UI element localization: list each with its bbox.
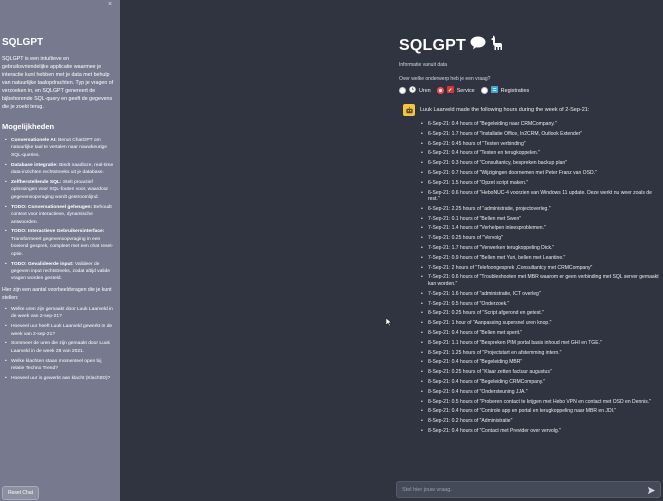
hours-list: 6-Sep-21: 0.4 hours of "Begeleiding naar…: [403, 121, 663, 438]
option-label: Uren: [419, 87, 431, 94]
features-list: Conversationele AI: Benut ChatGPT om nat…: [2, 137, 116, 283]
sidebar-title: SQLGPT: [2, 37, 44, 48]
speech-bubble-icon: [470, 36, 486, 55]
option-label: Registraties: [500, 87, 530, 94]
example-question: Welke klachten staan momenteel open bij …: [5, 358, 116, 373]
hours-item: 6-Sep-21: 2.25 hours of "administratie, …: [403, 206, 663, 213]
hours-item: 7-Sep-21: 1.4 hours of "Verhelpen inlees…: [403, 225, 663, 232]
chat-intro-text: Luuk Laarveld made the following hours d…: [420, 107, 590, 113]
llama-icon: [490, 35, 504, 56]
registry-icon: [490, 86, 498, 95]
hours-item: 7-Sep-21: 0.25 hours of "Vervolg": [403, 235, 663, 242]
hours-item: 6-Sep-21: 0.3 hours of "Consultantcy, be…: [403, 160, 663, 167]
clock-icon: [409, 86, 416, 95]
hours-item: 8-Sep-21: 1 hour of "Aanpassing supersne…: [403, 320, 663, 327]
hours-item: 7-Sep-21: 2 hours of "Telefoongesprek ,C…: [403, 265, 663, 272]
feature-item: Zelfherstellende SQL: Stelt proactief op…: [5, 179, 116, 201]
hours-item: 8-Sep-21: 0.4 hours of "Bellen met speri…: [403, 330, 663, 337]
hours-item: 6-Sep-21: 1.5 hours of "Opzet script mak…: [403, 180, 663, 187]
send-icon[interactable]: [646, 485, 656, 495]
sidebar-description: SQLGPT is een intuïtieve en gebruiksvrie…: [2, 56, 114, 110]
topic-radio-group: Uren Service Registraties: [399, 86, 529, 95]
example-question: Sommeer de uren die zijn gemaakt door Lu…: [5, 340, 116, 355]
hours-item: 6-Sep-21: 0.7 hours of "Wijzigingen door…: [403, 170, 663, 177]
hours-item: 7-Sep-21: 1.6 hours of "administratie, I…: [403, 291, 663, 298]
hours-item: 8-Sep-21: 0.4 hours of "Begeleiding CRMC…: [403, 379, 663, 386]
example-question: Welke uren zijn gemaakt door Luuk Laarve…: [5, 306, 116, 321]
option-uren[interactable]: Uren: [399, 86, 431, 95]
hours-item: 7-Sep-21: 0.9 hours of "Bellen met Yuri,…: [403, 255, 663, 262]
hours-item: 7-Sep-21: 0.5 hours of "Onderzoek.": [403, 301, 663, 308]
hours-item: 7-Sep-21: 0.1 hours of "Bellen met Swen": [403, 216, 663, 223]
hours-item: 6-Sep-21: 0.4 hours of "Testen en terugk…: [403, 150, 663, 157]
hours-item: 8-Sep-21: 0.4 hours of "Begeleiding MBR": [403, 359, 663, 366]
hours-item: 8-Sep-21: 0.4 hours of "Controle app en …: [403, 408, 663, 415]
feature-item: TODO: Conversationeel geheugen: Behoudt …: [5, 204, 116, 226]
mouse-cursor-icon: [385, 313, 393, 331]
hours-item: 8-Sep-21: 0.5 hours of "Proberen contact…: [403, 399, 663, 406]
option-service[interactable]: Service: [436, 86, 475, 95]
sidebar: × SQLGPT SQLGPT is een intuïtieve en geb…: [0, 0, 120, 501]
feature-item: Database integratie: Biedt naadloze, rea…: [5, 162, 116, 177]
hours-item: 6-Sep-21: 1.7 hours of "Installatie Offi…: [403, 131, 663, 138]
close-sidebar-icon[interactable]: ×: [105, 1, 115, 9]
topic-question-label: Over welke onderwerp heb je een vraag?: [399, 76, 491, 82]
example-question: Hoeveel uur heeft Luuk Laarveld gewerkt …: [5, 323, 116, 338]
examples-list: Welke uren zijn gemaakt door Luuk Laarve…: [2, 306, 116, 383]
hours-item: 7-Sep-21: 1.7 hours of "Verwerken terugk…: [403, 245, 663, 252]
chat-input[interactable]: [402, 484, 642, 496]
radio-button[interactable]: [399, 87, 406, 94]
hours-item: 8-Sep-21: 0.25 hours of "Script afgerond…: [403, 310, 663, 317]
chat-input-bar: [396, 481, 661, 498]
radio-button-selected[interactable]: [436, 87, 444, 94]
title-row: SQLGPT: [399, 35, 504, 56]
hours-item: 8-Sep-21: 0.4 hours of "Contact met Prev…: [403, 428, 663, 435]
wrench-icon: [446, 86, 454, 95]
feature-item: TODO: Gevalideerde input: Valideer de ge…: [5, 261, 116, 283]
hours-item: 6-Sep-21: 0.6 hours of "HeboNUC-4 voorzi…: [403, 190, 663, 203]
radio-button[interactable]: [480, 87, 488, 94]
page-title: SQLGPT: [399, 36, 466, 54]
hours-item: 8-Sep-21: 1.25 hours of "Projectstart en…: [403, 350, 663, 357]
feature-item: Conversationele AI: Benut ChatGPT om nat…: [5, 137, 116, 159]
option-registraties[interactable]: Registraties: [480, 86, 530, 95]
hours-item: 7-Sep-21: 0.6 hours of "Troubleshooten m…: [403, 274, 663, 287]
hours-item: 6-Sep-21: 0.45 hours of "Testen verbindi…: [403, 141, 663, 148]
features-heading: Mogelijkheden: [2, 122, 55, 131]
hours-item: 8-Sep-21: 0.2 hours of "Administratie": [403, 418, 663, 425]
reset-chat-button[interactable]: Reset Chat: [2, 486, 39, 500]
page-subtitle: Informatie vanuit data: [399, 62, 448, 68]
hours-item: 8-Sep-21: 0.4 hours of "Ondersteuning JJ…: [403, 389, 663, 396]
option-label: Service: [456, 87, 475, 94]
example-question: Hoeveel uur is gewerkt aan klacht (Klach…: [5, 375, 116, 383]
feature-item: TODO: Interactieve Gebruikersinterface: …: [5, 228, 116, 258]
hours-item: 8-Sep-21: 1.1 hours of "Bespreken PIM po…: [403, 340, 663, 347]
hours-item: 8-Sep-21: 0.25 hours of "Klaar zetten fa…: [403, 369, 663, 376]
main-content: SQLGPT Informatie vanuit data Over welke…: [120, 0, 663, 501]
examples-intro: Hier zijn een aantal voorbeeldvragen die…: [2, 286, 112, 301]
assistant-avatar: [403, 104, 415, 116]
hours-item: 6-Sep-21: 0.4 hours of "Begeleiding naar…: [403, 121, 663, 128]
